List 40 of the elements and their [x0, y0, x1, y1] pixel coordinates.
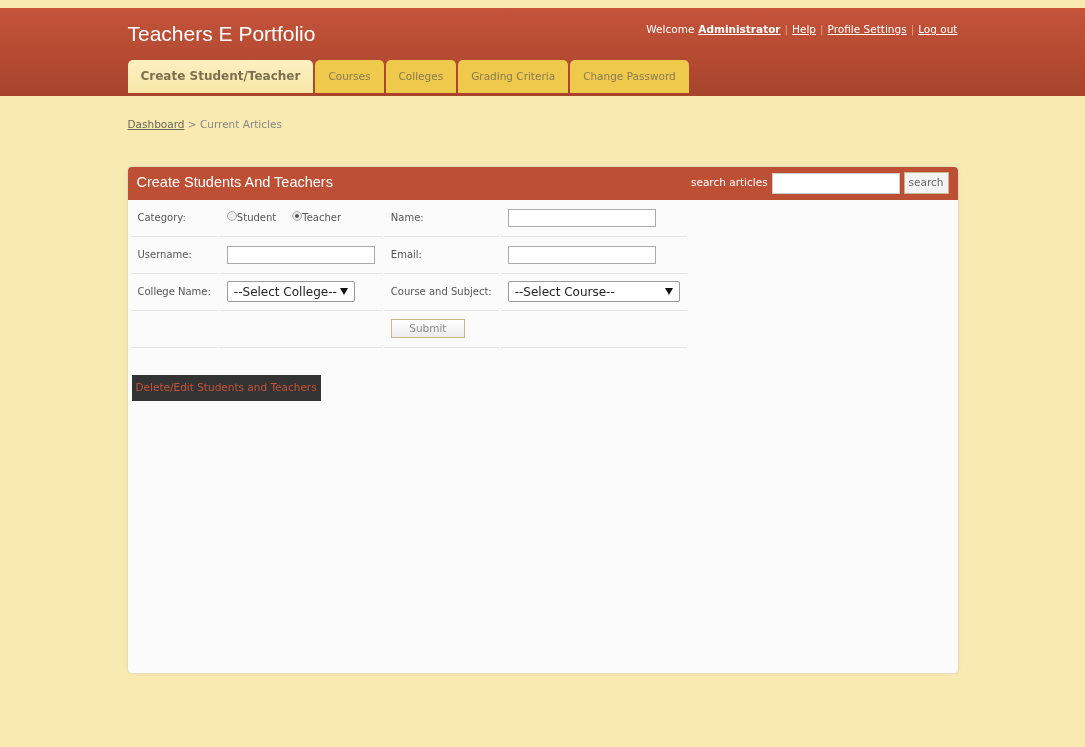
breadcrumb-separator: > — [186, 118, 198, 130]
search-button[interactable]: search — [903, 172, 949, 195]
site-title: Teachers E Portfolio — [127, 21, 316, 47]
caret-icon — [664, 288, 673, 296]
form-label-text: Category: — [137, 212, 186, 224]
nav-tab[interactable]: Courses — [315, 60, 384, 93]
submit-button[interactable]: Submit — [390, 319, 465, 339]
caret-icon — [339, 288, 348, 296]
form-label-text: Course and Subject: — [390, 286, 492, 298]
breadcrumb-current: Current Articles — [199, 118, 282, 130]
separator: | — [820, 22, 824, 38]
separator: | — [910, 22, 915, 38]
panel-title: Create Students And Teachers — [136, 173, 333, 193]
search-field[interactable] — [771, 172, 900, 194]
form-label-text: Email: — [390, 249, 422, 261]
dropdown[interactable]: --Select Course-- — [507, 281, 680, 303]
form-label-text: Name: — [390, 212, 424, 224]
text-field[interactable] — [507, 245, 656, 264]
manage-link[interactable]: Delete/Edit Students and Teachers — [131, 374, 321, 401]
nav-tab[interactable]: Change Password — [570, 60, 689, 93]
header-link[interactable]: Log out — [918, 22, 958, 60]
welcome-text: Welcome — [646, 22, 695, 37]
radio-option[interactable]: Student — [226, 210, 277, 226]
text-field[interactable] — [507, 208, 656, 227]
user-link[interactable]: Administrator — [698, 22, 781, 60]
text-field[interactable] — [226, 245, 375, 264]
radio-button[interactable] — [292, 211, 303, 222]
form-label-text: College Name: — [137, 286, 211, 298]
separator: | — [784, 22, 789, 38]
nav-tab[interactable]: Grading Criteria — [458, 60, 569, 93]
nav-tab[interactable]: Create Student/Teacher — [127, 60, 314, 93]
header-link[interactable]: Help — [792, 22, 817, 60]
radio-option[interactable]: Teacher — [292, 210, 342, 226]
breadcrumb-link[interactable]: Dashboard — [127, 118, 185, 130]
search-label: search articles — [691, 175, 768, 191]
radio-button[interactable] — [226, 211, 237, 222]
header-link[interactable]: Profile Settings — [827, 22, 907, 60]
nav-tab[interactable]: Colleges — [385, 60, 457, 93]
form-label-text: Username: — [137, 249, 192, 261]
dropdown[interactable]: --Select College-- — [226, 281, 355, 303]
